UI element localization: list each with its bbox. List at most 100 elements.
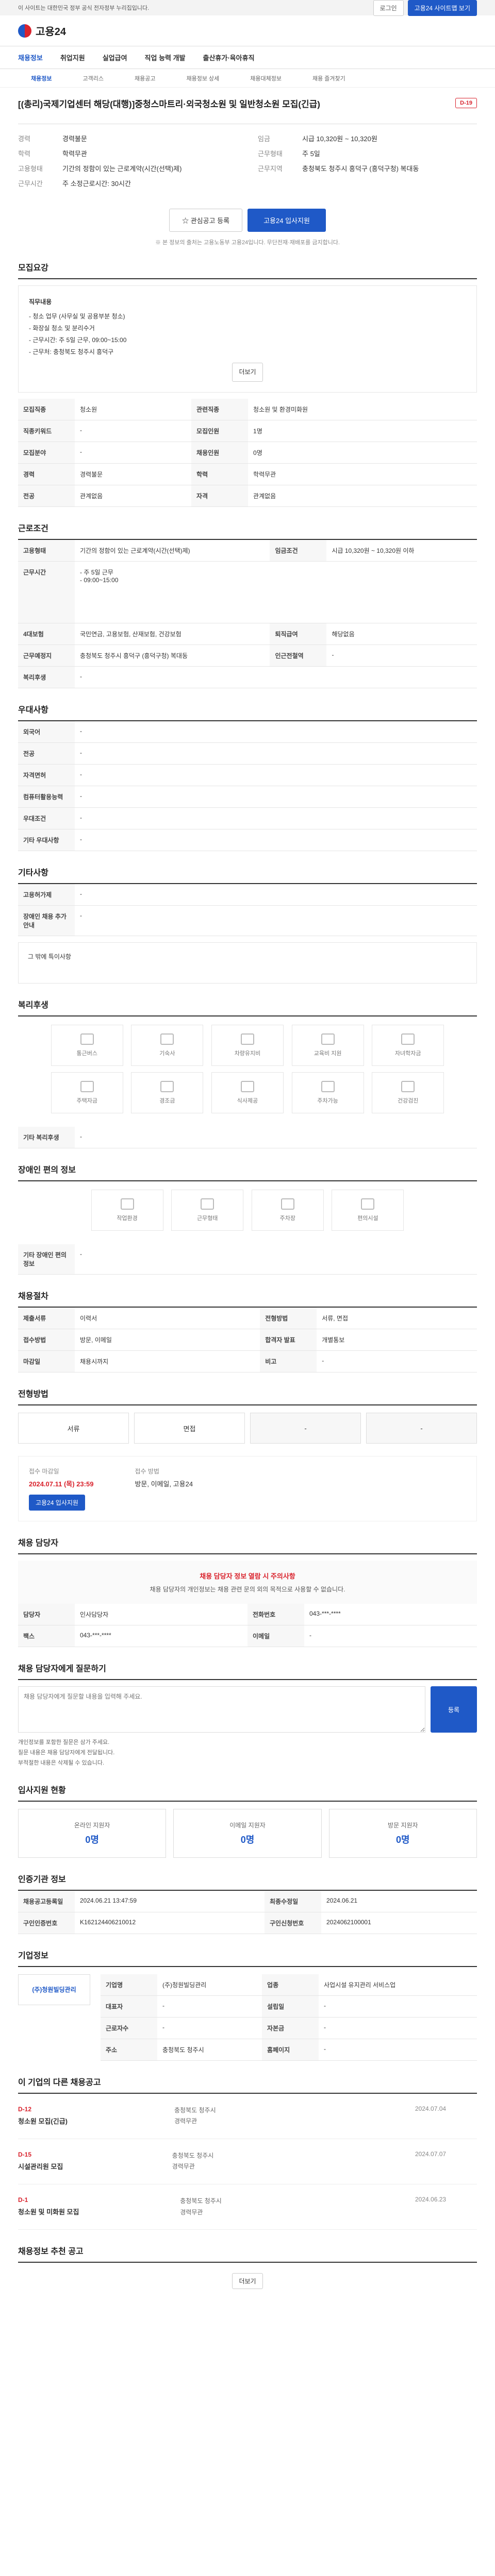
disabled-grid: 작업환경 근무형태 주차장 편의시설 <box>18 1187 477 1234</box>
list-title: 시설관리원 모집 <box>18 2162 63 2171</box>
interest-button[interactable]: ☆ 관심공고 등록 <box>169 208 243 232</box>
subnav-item[interactable]: 채용공고 <box>135 74 155 82</box>
etc-table: 고용허가제 - 장애인 채용 추가 안내 - <box>18 884 477 937</box>
summary-label: 근무지역 <box>258 164 283 173</box>
list-region: 충청북도 청주시 <box>172 2151 214 2159</box>
job-title: [(총리)국제기업센터 해당(대행)]중청스마트리·외국청소원 및 일반청소원 … <box>18 99 320 109</box>
step: 서류 <box>18 1413 129 1444</box>
company-table: 기업명 (주)청원빌딩관리 업종 사업시설 유지관리 서비스업 대표자 - 설립일 - 근로… <box>101 1974 477 2061</box>
stat-label: 방문 지원자 <box>388 1821 418 1829</box>
cell-label: 퇴직급여 <box>270 623 327 646</box>
list-title: 청소원 모집(긴급) <box>18 2117 68 2125</box>
list-career: 경력무관 <box>174 2117 197 2125</box>
etc-note: 그 밖에 특이사항 <box>18 942 477 984</box>
house-icon <box>80 1081 94 1093</box>
cell-label: 근로자수 <box>101 2017 157 2039</box>
cell-label: 합격자 발표 <box>260 1329 317 1351</box>
subnav-item[interactable]: 고객리스 <box>82 74 103 82</box>
parking-icon <box>321 1081 335 1093</box>
agency-table: 채용공고등록일 2024.06.21 13:47:59 최종수정일 2024.06.2… <box>18 1890 477 1934</box>
disabled-label: 주차장 <box>279 1215 295 1222</box>
section-title: 채용절차 <box>18 1275 477 1308</box>
question-input[interactable] <box>18 1686 425 1733</box>
subnav-item[interactable]: 채용정보 상세 <box>186 74 219 82</box>
cell-value: 043-***-**** <box>304 1604 477 1626</box>
cell-label: 설립일 <box>262 1995 319 2018</box>
source-caution: ※ 본 정보의 출처는 고용노동부 고용24입니다. 무단전재·재배포를 금지합… <box>155 239 340 246</box>
summary-label: 고용형태 <box>18 164 43 173</box>
cell-value: - <box>157 2017 262 2039</box>
cell-label: 직종키워드 <box>18 420 75 443</box>
cell-value: 서류, 면접 <box>317 1308 477 1330</box>
disabled-item: 근무형태 <box>171 1190 244 1231</box>
welfare-label: 주택자금 <box>76 1098 97 1105</box>
cell-label: 학력 <box>191 463 249 486</box>
nav-item[interactable]: 채용정보 <box>18 53 43 62</box>
child-icon <box>401 1033 415 1045</box>
list-item[interactable]: D-1 청소원 및 미화원 모집 충청북도 청주시 경력무관 2024.06.23 <box>18 2184 477 2230</box>
deadline-label: 접수 마감일 <box>29 1468 59 1476</box>
stat-card: 온라인 지원자 0명 <box>18 1808 167 1858</box>
nav-item[interactable]: 실업급여 <box>103 53 127 62</box>
cell-label: 근무예정지 <box>18 645 75 667</box>
qna-section: 채용 담당자에게 질문하기 등록 개인정보를 포함한 질문은 삼가 주세요. 질… <box>18 1647 477 1768</box>
health-icon <box>401 1081 415 1093</box>
apply-button-2[interactable]: 고용24 입사지원 <box>29 1495 85 1511</box>
nav-item[interactable]: 출산휴가·육아휴직 <box>203 53 255 62</box>
cell-label: 관련직종 <box>191 399 249 421</box>
logo-icon[interactable] <box>18 24 31 38</box>
cell-value: - <box>75 905 477 937</box>
apply-button[interactable]: 고용24 입사지원 <box>248 208 326 232</box>
gov-notice: 이 사이트는 대한민국 정부 공식 전자정부 누리집입니다. <box>18 5 150 11</box>
meal-icon <box>241 1081 254 1093</box>
more-button[interactable]: 더보기 <box>232 2273 263 2290</box>
list-region: 충청북도 청주시 <box>174 2106 216 2114</box>
subnav-item[interactable]: 채용 즐겨찾기 <box>312 74 345 82</box>
nav-item[interactable]: 취업지원 <box>60 53 85 62</box>
cell-value: 해당없음 <box>326 623 477 646</box>
sitemap-link[interactable]: 고용24 사이트맵 보기 <box>407 0 477 16</box>
login-link[interactable]: 로그인 <box>373 0 404 16</box>
section-title: 이 기업의 다른 채용공고 <box>18 2061 477 2094</box>
cell-label: 장애인 채용 추가 안내 <box>18 905 75 937</box>
stat-label: 온라인 지원자 <box>74 1821 110 1829</box>
subnav-item[interactable]: 채용정보 <box>31 74 52 82</box>
logo-text[interactable]: 고용24 <box>36 23 66 38</box>
welfare-item: 교육비 지원 <box>291 1025 364 1066</box>
dday-badge: D-1 <box>18 2196 28 2204</box>
cell-value: 방문, 이메일 <box>75 1329 260 1351</box>
cell-label: 임금조건 <box>270 540 327 562</box>
stat-label: 이메일 지원자 <box>229 1821 266 1829</box>
cell-value: - <box>75 807 477 830</box>
summary-value: 주 소정근로시간: 30시간 <box>62 179 131 188</box>
cell-label: 기업명 <box>101 1974 157 1996</box>
prefer-table: 외국어 - 전공 - 자격면허 - 컴퓨터활용능력 - 우대조건 - 기타 우대사항 - <box>18 721 477 852</box>
subnav-item[interactable]: 채용대체정보 <box>250 74 282 82</box>
cell-label: 업종 <box>262 1974 319 1996</box>
cell-value: 관계없음 <box>248 485 477 507</box>
car-icon <box>241 1033 254 1045</box>
cell-value: 시급 10,320원 ~ 10,320원 이하 <box>326 540 477 562</box>
nav-item[interactable]: 직업 능력 개발 <box>145 53 186 62</box>
sub-nav: 채용정보 고객리스 채용공고 채용정보 상세 채용대체정보 채용 즐겨찾기 <box>0 69 495 88</box>
summary-value: 경력불문 <box>62 134 87 143</box>
more-button[interactable]: 더보기 <box>232 363 263 382</box>
cell-value: 0명 <box>248 442 477 464</box>
method-label: 접수 방법 <box>135 1468 159 1476</box>
howapply-section: 전형방법 서류 면접 - - 접수 마감일 2024.07.11 (목) 23:5… <box>18 1372 477 1522</box>
warn-title: 채용 담당자 정보 열람 시 주의사항 <box>200 1572 295 1581</box>
list-item[interactable]: D-12 청소원 모집(긴급) 충청북도 청주시 경력무관 2024.07.04 <box>18 2094 477 2139</box>
section-title: 채용 담당자에게 질문하기 <box>18 1647 477 1681</box>
summary-value: 주 5일 <box>302 149 320 158</box>
welfare-item: 경조금 <box>131 1072 204 1114</box>
stats-section: 입사지원 현황 온라인 지원자 0명 이메일 지원자 0명 방문 지원자 0명 <box>18 1769 477 1858</box>
welfare-item: 주택자금 <box>51 1072 123 1114</box>
dday-badge: D-19 <box>455 98 477 108</box>
submit-question-button[interactable]: 등록 <box>431 1686 477 1733</box>
body-title: 직무내용 <box>29 298 52 306</box>
warn-text: 채용 담당자의 개인정보는 채용 관련 문의 외의 목적으로 사용할 수 없습니… <box>150 1586 345 1594</box>
cell-label: 인근전철역 <box>270 645 327 667</box>
cell-label: 외국어 <box>18 721 75 743</box>
list-item[interactable]: D-15 시설관리원 모집 충청북도 청주시 경력무관 2024.07.07 <box>18 2139 477 2185</box>
dday-badge: D-12 <box>18 2105 32 2113</box>
